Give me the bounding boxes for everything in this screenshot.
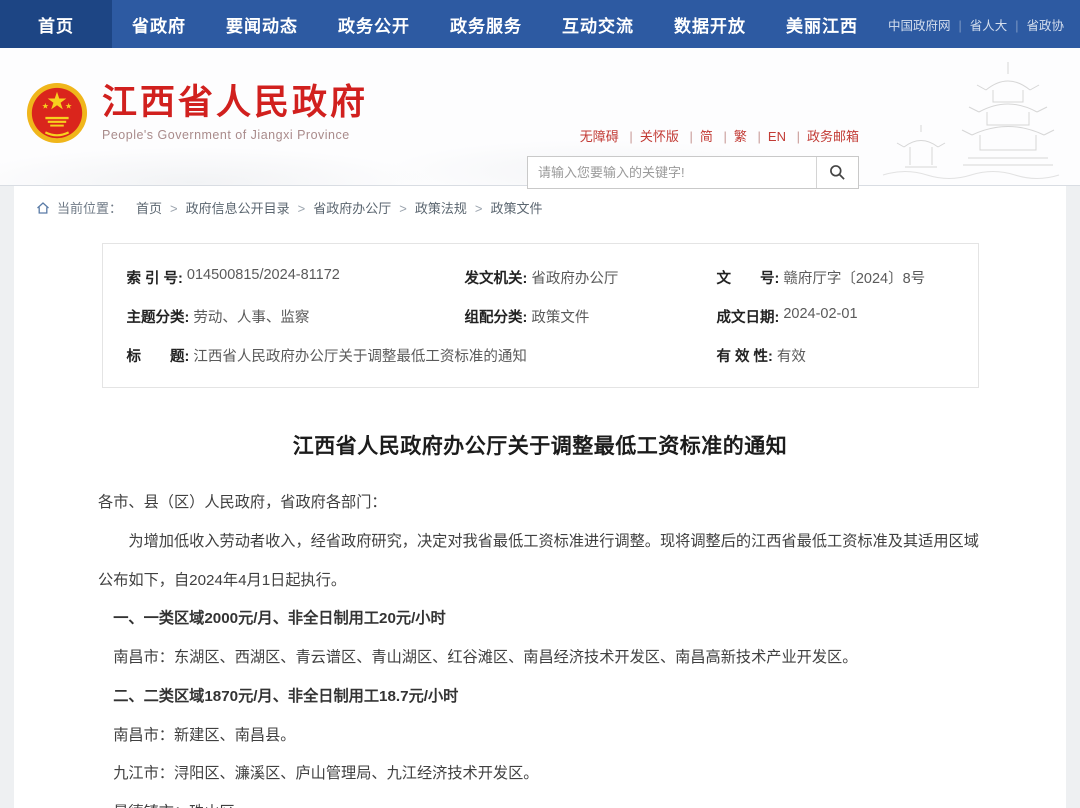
breadcrumb-home[interactable]: 首页 bbox=[136, 198, 162, 217]
site-header: 江西省人民政府 People's Government of Jiangxi P… bbox=[0, 48, 1080, 186]
meta-group-category: 组配分类: 政策文件 bbox=[465, 306, 717, 327]
breadcrumb-policy-documents[interactable]: 政策文件 bbox=[467, 198, 543, 217]
paragraph-intro: 为增加低收入劳动者收入，经省政府研究，决定对我省最低工资标准进行调整。现将调整后… bbox=[98, 523, 986, 601]
nav-item-gov-affairs-disclosure[interactable]: 政务公开 bbox=[318, 0, 430, 48]
document-metadata-table: 索 引 号: 014500815/2024-81172 发文机关: 省政府办公厅… bbox=[102, 243, 979, 388]
header-right-controls: 无障碍 关怀版 简 繁 EN 政务邮箱 bbox=[527, 126, 859, 189]
document-body: 各市、县（区）人民政府，省政府各部门： 为增加低收入劳动者收入，经省政府研究，决… bbox=[14, 460, 1066, 808]
link-simplified-chinese[interactable]: 简 bbox=[682, 129, 712, 144]
link-elder-care-version[interactable]: 关怀版 bbox=[622, 129, 678, 144]
nav-item-news[interactable]: 要闻动态 bbox=[206, 0, 318, 48]
nav-item-beautiful-jiangxi[interactable]: 美丽江西 bbox=[766, 0, 878, 48]
search-button[interactable] bbox=[816, 157, 858, 188]
meta-issue-date: 成文日期: 2024-02-01 bbox=[717, 306, 978, 327]
site-title-block: 江西省人民政府 People's Government of Jiangxi P… bbox=[102, 84, 368, 143]
site-title-english: People's Government of Jiangxi Province bbox=[102, 128, 368, 142]
search-input[interactable] bbox=[528, 157, 816, 188]
section-heading-category-1: 一、一类区域2000元/月、非全日制用工20元/小时 bbox=[98, 600, 986, 639]
link-provincial-cppcc[interactable]: 省政协 bbox=[1007, 15, 1064, 34]
paragraph-nanchang-category-1: 南昌市：东湖区、西湖区、青云谱区、青山湖区、红谷滩区、南昌经济技术开发区、南昌高… bbox=[98, 639, 986, 678]
document-title: 江西省人民政府办公厅关于调整最低工资标准的通知 bbox=[14, 430, 1066, 460]
section-heading-category-2: 二、二类区域1870元/月、非全日制用工18.7元/小时 bbox=[98, 678, 986, 717]
home-icon bbox=[36, 201, 50, 215]
header-quick-links: 无障碍 关怀版 简 繁 EN 政务邮箱 bbox=[527, 126, 859, 145]
nav-item-interaction[interactable]: 互动交流 bbox=[542, 0, 654, 48]
nav-item-provincial-government[interactable]: 省政府 bbox=[112, 0, 206, 48]
national-emblem-logo-icon bbox=[26, 82, 88, 144]
meta-topic-category: 主题分类: 劳动、人事、监察 bbox=[127, 306, 465, 327]
link-traditional-chinese[interactable]: 繁 bbox=[716, 129, 746, 144]
link-english-version[interactable]: EN bbox=[751, 129, 786, 144]
paragraph-nanchang-category-2: 南昌市：新建区、南昌县。 bbox=[98, 717, 986, 756]
paragraph-salutation: 各市、县（区）人民政府，省政府各部门： bbox=[98, 484, 986, 523]
link-gov-mailbox[interactable]: 政务邮箱 bbox=[790, 129, 859, 144]
meta-issuing-agency: 发文机关: 省政府办公厅 bbox=[465, 267, 717, 288]
paragraph-jiujiang: 九江市：浔阳区、濂溪区、庐山管理局、九江经济技术开发区。 bbox=[98, 755, 986, 794]
link-accessibility[interactable]: 无障碍 bbox=[580, 129, 619, 144]
meta-row-1: 索 引 号: 014500815/2024-81172 发文机关: 省政府办公厅… bbox=[103, 258, 978, 297]
site-title: 江西省人民政府 bbox=[102, 84, 368, 123]
meta-document-title: 标 题: 江西省人民政府办公厅关于调整最低工资标准的通知 bbox=[127, 345, 717, 366]
site-search-box bbox=[527, 156, 859, 189]
meta-row-3: 标 题: 江西省人民政府办公厅关于调整最低工资标准的通知 有 效 性: 有效 bbox=[103, 336, 978, 375]
site-brand: 江西省人民政府 People's Government of Jiangxi P… bbox=[26, 82, 368, 144]
breadcrumb-label: 当前位置： bbox=[57, 198, 122, 217]
top-navigation-bar: 首页 省政府 要闻动态 政务公开 政务服务 互动交流 数据开放 美丽江西 中国政… bbox=[0, 0, 1080, 48]
tengwang-pavilion-sketch-icon bbox=[875, 48, 1080, 185]
nav-external-links: 中国政府网 省人大 省政协 bbox=[888, 0, 1080, 48]
link-provincial-peoples-congress[interactable]: 省人大 bbox=[950, 15, 1007, 34]
breadcrumb-policies-regulations[interactable]: 政策法规 bbox=[391, 198, 467, 217]
link-china-gov-site[interactable]: 中国政府网 bbox=[888, 15, 951, 34]
nav-item-gov-services[interactable]: 政务服务 bbox=[430, 0, 542, 48]
breadcrumb-general-office[interactable]: 省政府办公厅 bbox=[290, 198, 392, 217]
breadcrumb: 当前位置： 首页 政府信息公开目录 省政府办公厅 政策法规 政策文件 bbox=[14, 186, 1066, 227]
meta-index-number: 索 引 号: 014500815/2024-81172 bbox=[127, 267, 465, 288]
content-card: 当前位置： 首页 政府信息公开目录 省政府办公厅 政策法规 政策文件 索 引 号… bbox=[14, 186, 1066, 808]
nav-item-open-data[interactable]: 数据开放 bbox=[654, 0, 766, 48]
magnifier-icon bbox=[829, 164, 846, 181]
meta-document-number: 文 号: 赣府厅字〔2024〕8号 bbox=[717, 267, 978, 288]
paragraph-jingdezhen: 景德镇市：珠山区。 bbox=[98, 794, 986, 808]
meta-validity: 有 效 性: 有效 bbox=[717, 345, 978, 366]
meta-row-2: 主题分类: 劳动、人事、监察 组配分类: 政策文件 成文日期: 2024-02-… bbox=[103, 297, 978, 336]
nav-item-home[interactable]: 首页 bbox=[0, 0, 112, 48]
breadcrumb-info-disclosure-catalog[interactable]: 政府信息公开目录 bbox=[162, 198, 290, 217]
